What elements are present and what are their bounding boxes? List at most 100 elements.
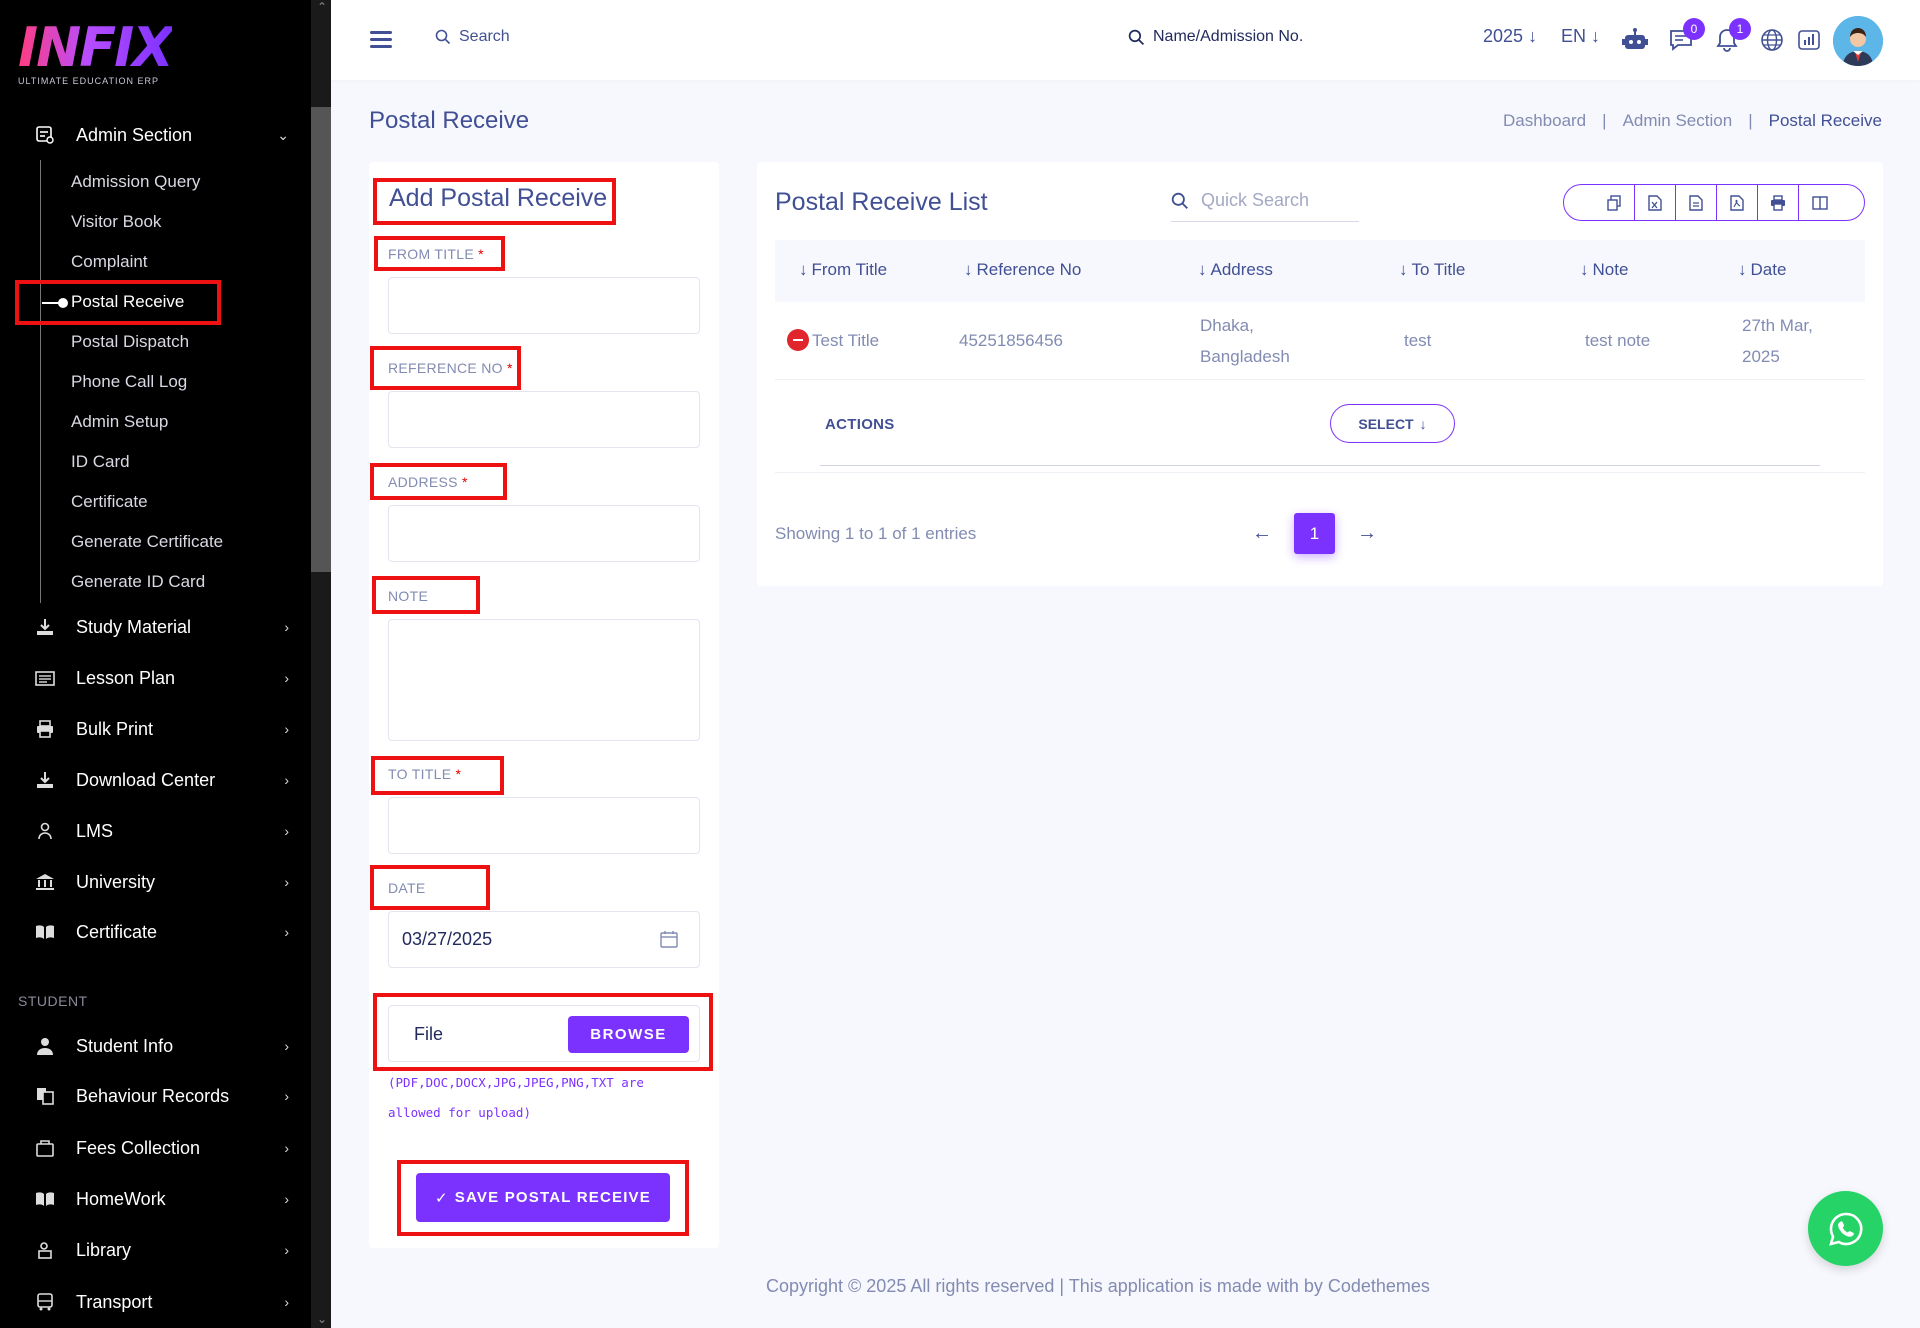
quick-search[interactable] [1171,180,1359,222]
sidebar-item-study-material[interactable]: Study Material › [34,616,289,638]
analytics-icon[interactable] [1795,26,1823,54]
sidebar-item-fees-collection[interactable]: Fees Collection › [34,1137,289,1159]
select-action-dropdown[interactable]: SELECT ↓ [1330,404,1455,443]
section-label-student: STUDENT [18,993,88,1009]
avatar[interactable] [1833,16,1883,66]
logo[interactable]: INFIX ULTIMATE EDUCATION ERP [18,20,174,87]
from-title-input[interactable] [388,277,700,334]
footer-copyright: Copyright © 2025 All rights reserved | T… [766,1276,1430,1296]
chevron-right-icon: › [284,1242,289,1258]
name-admission-search[interactable]: Name/Admission No. [1128,28,1303,46]
sidebar-item-label: Transport [76,1291,153,1312]
csv-icon[interactable] [1676,185,1717,220]
quick-search-input[interactable] [1201,190,1351,211]
browse-button[interactable]: BROWSE [568,1016,689,1053]
sidebar-item-admin-section[interactable]: Admin Section ⌄ [34,124,289,146]
globe-icon[interactable] [1758,26,1786,54]
col-reference-no[interactable]: ↓ Reference No [964,260,1081,280]
col-address[interactable]: ↓ Address [1198,260,1273,280]
sidebar-item-label: Student Info [76,1035,174,1056]
file-upload-field[interactable]: File BROWSE [388,1005,700,1062]
columns-icon[interactable] [1799,185,1840,220]
scroll-up-icon[interactable]: ⌃ [317,0,327,14]
address-input[interactable] [388,505,700,562]
sidebar-item-lms[interactable]: LMS › [34,820,289,842]
cell-note: test note [1585,331,1651,350]
note-textarea[interactable] [388,619,700,741]
cell-to-title: test [1404,331,1432,350]
sidebar-subitem-generate-id-card[interactable]: Generate ID Card [71,572,205,592]
language-selector[interactable]: EN ↓ [1561,26,1600,47]
col-to-title[interactable]: ↓ To Title [1399,260,1465,280]
hamburger-menu-icon[interactable] [370,31,392,48]
date-input[interactable]: 03/27/2025 [388,911,700,968]
messages-icon[interactable]: 0 [1667,18,1705,54]
sidebar-item-download-center[interactable]: Download Center › [34,769,289,791]
next-page-icon[interactable]: → [1357,522,1377,545]
sidebar-subitem-generate-certificate[interactable]: Generate Certificate [71,532,223,552]
sort-arrow-icon: ↓ [964,260,973,279]
scroll-down-icon[interactable]: ⌄ [317,1312,327,1326]
sidebar-subitem-visitor-book[interactable]: Visitor Book [71,212,161,232]
copy-icon[interactable] [1594,185,1635,220]
save-postal-receive-button[interactable]: ✓ SAVE POSTAL RECEIVE [416,1173,670,1222]
sidebar-item-homework[interactable]: HomeWork › [34,1188,289,1210]
print-icon[interactable] [1758,185,1799,220]
breadcrumb-separator: | [1748,111,1753,130]
excel-icon[interactable] [1635,185,1676,220]
sidebar-subitem-postal-dispatch[interactable]: Postal Dispatch [71,332,189,352]
page-number-current[interactable]: 1 [1294,513,1335,554]
sidebar-item-behaviour-records[interactable]: Behaviour Records › [34,1085,289,1107]
sidebar-item-label: Lesson Plan [76,667,176,688]
bell-icon[interactable]: 1 [1713,18,1751,54]
sidebar-subitem-admin-setup[interactable]: Admin Setup [71,412,168,432]
col-note[interactable]: ↓ Note [1580,260,1628,280]
sort-arrow-icon: ↓ [1198,260,1207,279]
library-icon [34,1239,56,1261]
sidebar-item-library[interactable]: Library › [34,1239,289,1261]
export-button-group [1563,184,1865,221]
chevron-right-icon: › [284,721,289,737]
arrow-down-icon: ↓ [1591,26,1601,46]
top-search[interactable]: Search [435,28,510,46]
arrow-down-icon: ↓ [1419,415,1427,432]
divider [820,465,1820,466]
sidebar-item-student-info[interactable]: Student Info › [34,1035,289,1057]
sidebar-item-label: Bulk Print [76,718,154,739]
active-indicator [42,298,68,308]
breadcrumb-admin-section[interactable]: Admin Section [1623,111,1733,131]
year-selector[interactable]: 2025 ↓ [1483,26,1537,47]
reference-no-input[interactable] [388,391,700,448]
breadcrumb-dashboard[interactable]: Dashboard [1503,111,1586,131]
robot-icon[interactable] [1621,26,1649,54]
sidebar-item-certificate[interactable]: Certificate › [34,921,289,943]
sidebar-subitem-admission-query[interactable]: Admission Query [71,172,200,192]
sidebar-item-university[interactable]: University › [34,871,289,893]
book-icon [34,921,56,943]
sidebar-subitem-postal-receive[interactable]: Postal Receive [71,292,184,312]
sort-arrow-icon: ↓ [1399,260,1408,279]
cell-from-title: Test Title [812,331,880,350]
col-from-title[interactable]: ↓ From Title [799,260,887,280]
sidebar-scrollbar-thumb[interactable] [311,107,331,572]
date-value: 03/27/2025 [402,929,493,949]
prev-page-icon[interactable]: ← [1252,522,1272,545]
chevron-right-icon: › [284,823,289,839]
sidebar-subitem-id-card[interactable]: ID Card [71,452,130,472]
sidebar-item-bulk-print[interactable]: Bulk Print › [34,718,289,740]
sidebar-item-lesson-plan[interactable]: Lesson Plan › [34,667,289,689]
admin-icon [34,124,56,146]
sidebar-item-transport[interactable]: Transport › [34,1291,289,1313]
whatsapp-icon[interactable] [1808,1191,1883,1266]
name-search-label: Name/Admission No. [1153,28,1304,45]
to-title-input[interactable] [388,797,700,854]
sidebar-scrollbar[interactable]: ⌃ ⌄ [311,0,331,1328]
col-date[interactable]: ↓ Date [1738,260,1786,280]
collapse-row-icon[interactable] [787,329,809,351]
sidebar-subitem-certificate[interactable]: Certificate [71,492,148,512]
date-label: DATE [388,880,426,896]
calendar-icon[interactable] [659,929,679,949]
sidebar-subitem-phone-call-log[interactable]: Phone Call Log [71,372,187,392]
sidebar-subitem-complaint[interactable]: Complaint [71,252,148,272]
pdf-icon[interactable] [1717,185,1758,220]
